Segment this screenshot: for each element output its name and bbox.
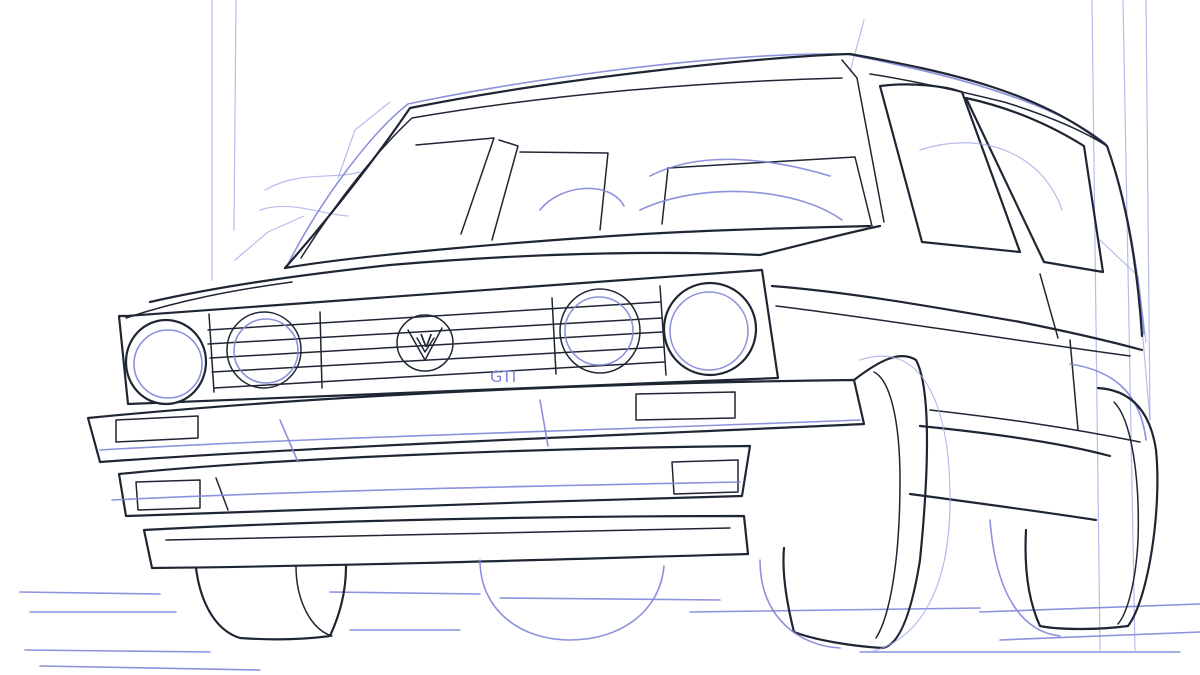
grille-badge-letter: V xyxy=(420,331,433,352)
body-shell xyxy=(125,224,1147,522)
headlight-right-outer xyxy=(662,281,758,377)
bumper-assembly xyxy=(86,378,866,570)
sketch-canvas: GTI V xyxy=(0,0,1200,675)
car-sketch-illustration: GTI V xyxy=(19,0,1200,671)
grille-text: GTI xyxy=(490,367,516,386)
wheels xyxy=(194,355,1159,653)
headlight-left-outer xyxy=(124,318,208,406)
